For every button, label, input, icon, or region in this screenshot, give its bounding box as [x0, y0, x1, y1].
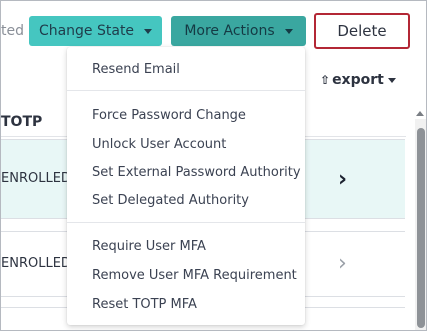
menu-item-unlock-user-account[interactable]: Unlock User Account [92, 137, 226, 152]
chevron-right-icon[interactable]: › [338, 253, 347, 275]
menu-item-resend-email[interactable]: Resend Email [92, 62, 180, 77]
menu-item-remove-user-mfa-requirement[interactable]: Remove User MFA Requirement [92, 268, 297, 283]
delete-label: Delete [337, 22, 387, 40]
menu-divider [67, 222, 305, 223]
totp-status: ENROLLED [1, 256, 71, 271]
export-label: export [332, 72, 384, 88]
menu-item-reset-totp-mfa[interactable]: Reset TOTP MFA [92, 297, 197, 312]
menu-item-set-external-password-authority[interactable]: Set External Password Authority [92, 165, 301, 180]
menu-divider [67, 90, 305, 91]
caret-down-icon [144, 28, 153, 34]
chevron-right-icon[interactable]: › [338, 169, 347, 191]
more-actions-menu: Resend Email Force Password Change Unloc… [67, 47, 305, 325]
change-state-button[interactable]: Change State [29, 16, 162, 46]
more-actions-label: More Actions [184, 23, 275, 39]
caret-down-icon [387, 77, 396, 83]
totp-status: ENROLLED [1, 171, 71, 186]
menu-item-force-password-change[interactable]: Force Password Change [92, 108, 246, 123]
delete-button[interactable]: Delete [314, 13, 410, 49]
upload-icon: ⇧ [320, 73, 331, 87]
menu-item-require-user-mfa[interactable]: Require User MFA [92, 239, 206, 254]
scroll-up-arrow-icon[interactable] [416, 111, 424, 116]
change-state-label: Change State [38, 23, 135, 39]
export-button[interactable]: ⇧ export [320, 72, 396, 88]
selection-count-text: ted [1, 23, 24, 39]
column-header-totp: TOTP [1, 114, 43, 130]
more-actions-button[interactable]: More Actions [171, 16, 306, 46]
menu-item-set-delegated-authority[interactable]: Set Delegated Authority [92, 193, 249, 208]
scrollbar-thumb[interactable] [417, 128, 425, 328]
app-window: ted Change State More Actions Delete ⇧ e… [0, 0, 427, 331]
caret-down-icon [284, 28, 293, 34]
